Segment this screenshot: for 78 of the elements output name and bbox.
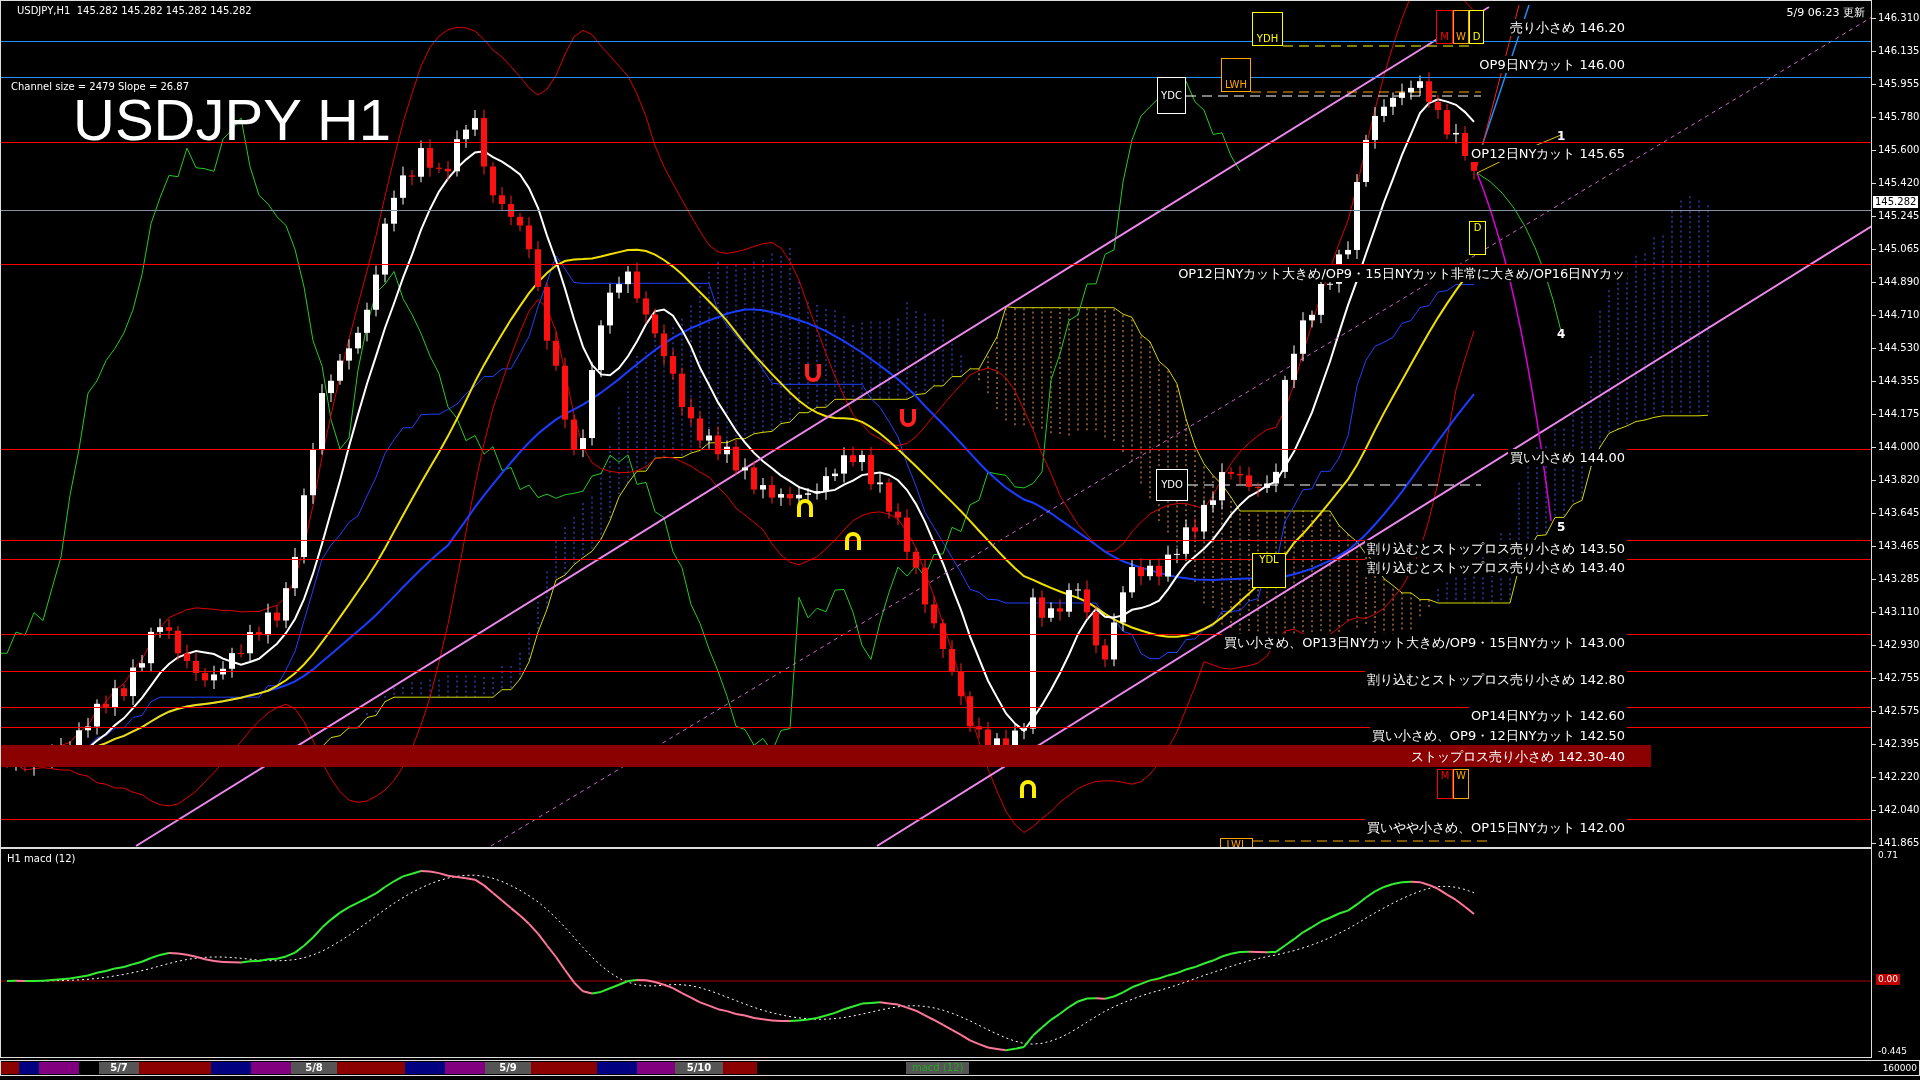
level-annotation: OP14日NYカット 142.60 — [1469, 707, 1627, 724]
price-tick: 142.930 — [1872, 639, 1920, 651]
price-tick: 142.395 — [1872, 738, 1920, 750]
price-tick: 144.355 — [1872, 375, 1920, 387]
indicator-tick: 0.71 — [1877, 850, 1900, 861]
price-tick: 142.575 — [1872, 705, 1920, 717]
level-annotation: 売り小さめ 146.20 — [1508, 19, 1627, 36]
wave-label: 4 — [1557, 327, 1566, 341]
date-segment: 5/7 — [99, 1062, 139, 1074]
wave-label: 5 — [1557, 520, 1566, 534]
level-annotation: OP12日NYカット 145.65 — [1469, 145, 1627, 162]
level-marker: W — [1453, 769, 1469, 799]
price-tick: 143.465 — [1872, 540, 1920, 552]
level-marker: D — [1469, 10, 1484, 44]
price-tick: 145.780 — [1872, 111, 1920, 123]
level-annotation: 割り込むとストップロス売り小さめ 142.80 — [1365, 671, 1627, 688]
price-tick: 143.820 — [1872, 474, 1920, 486]
symbol-quote-text: USDJPY,H1 145.282 145.282 145.282 145.282 — [17, 5, 252, 16]
price-tick: 144.000 — [1872, 441, 1920, 453]
horseshoe-icon — [844, 531, 862, 551]
level-marker: YDO — [1156, 469, 1188, 501]
level-annotation: OP9日NYカット 146.00 — [1477, 56, 1627, 73]
chart-title: USDJPY H1 — [73, 95, 392, 145]
horseshoe-icon — [804, 363, 822, 383]
price-tick: 141.865 — [1872, 837, 1920, 849]
timeline-segment — [637, 1062, 675, 1074]
price-tick: 144.890 — [1872, 276, 1920, 288]
price-tick: 146.135 — [1872, 45, 1920, 57]
indicator-tab[interactable]: macd (12) — [906, 1062, 970, 1074]
level-marker: D — [1469, 221, 1486, 255]
level-annotation: 買い小さめ、OP9・12日NYカット 142.50 — [1369, 727, 1627, 744]
current-price-label: 145.282 — [1873, 196, 1919, 208]
price-tick: 143.645 — [1872, 507, 1920, 519]
level-marker: M — [1437, 769, 1453, 799]
timeline-segment — [723, 1062, 757, 1074]
horseshoe-icon — [1019, 779, 1037, 799]
date-segment: 5/9 — [485, 1062, 531, 1074]
price-tick: 142.755 — [1872, 672, 1920, 684]
level-annotation: 割り込むとストップロス売り小さめ 143.50 — [1365, 540, 1627, 557]
level-marker: W — [1453, 10, 1469, 44]
price-tick: 143.110 — [1872, 606, 1920, 618]
volume-label: 160000 — [1882, 1062, 1917, 1074]
price-tick: 145.955 — [1872, 78, 1920, 90]
level-marker: LWH — [1221, 58, 1251, 92]
indicator-title: H1 macd (12) — [7, 853, 76, 864]
timeline-segment — [39, 1062, 79, 1074]
price-tick: 145.065 — [1872, 243, 1920, 255]
level-marker: YDH — [1252, 12, 1283, 46]
date-segment: 5/10 — [675, 1062, 723, 1074]
wave-label: 1 — [1557, 129, 1566, 143]
level-annotation: 買いやや小さめ、OP15日NYカット 142.00 — [1365, 819, 1627, 836]
level-annotation: ストップロス売り小さめ 142.30-40 — [1410, 748, 1626, 765]
price-tick: 145.600 — [1872, 144, 1920, 156]
indicator-tick: 0.00 — [1876, 974, 1901, 985]
level-annotation: OP12日NYカット大きめ/OP9・15日NYカット非常に大きめ/OP16日NYカッ — [1176, 265, 1627, 282]
price-tick: 144.175 — [1872, 408, 1920, 420]
level-annotation: 買い小さめ、OP13日NYカット大きめ/OP9・15日NYカット 143.00 — [1222, 634, 1627, 651]
level-marker: YDL — [1252, 553, 1286, 588]
price-tick: 144.530 — [1872, 342, 1920, 354]
date-segment: 5/8 — [291, 1062, 337, 1074]
level-marker: YDC — [1157, 77, 1186, 114]
price-tick: 145.420 — [1872, 177, 1920, 189]
price-tick: 145.245 — [1872, 210, 1920, 222]
timeline-segment — [445, 1062, 485, 1074]
price-tick: 143.285 — [1872, 573, 1920, 585]
price-tick: 142.220 — [1872, 771, 1920, 783]
indicator-tick: -0.445 — [1877, 1046, 1908, 1057]
level-annotation: 買い小さめ 144.00 — [1508, 449, 1627, 466]
price-tick: 142.040 — [1872, 804, 1920, 816]
update-time: 5/9 06:23 更新 — [1786, 5, 1865, 20]
channel-info-text: Channel size = 2479 Slope = 26.87 — [11, 81, 190, 92]
horseshoe-icon — [796, 498, 814, 518]
horseshoe-icon — [899, 408, 917, 428]
price-tick: 144.710 — [1872, 309, 1920, 321]
timeline-segment — [251, 1062, 291, 1074]
level-annotation: 割り込むとストップロス売り小さめ 143.40 — [1365, 559, 1627, 576]
level-marker: M — [1436, 10, 1453, 44]
price-tick: 146.310 — [1872, 12, 1920, 24]
